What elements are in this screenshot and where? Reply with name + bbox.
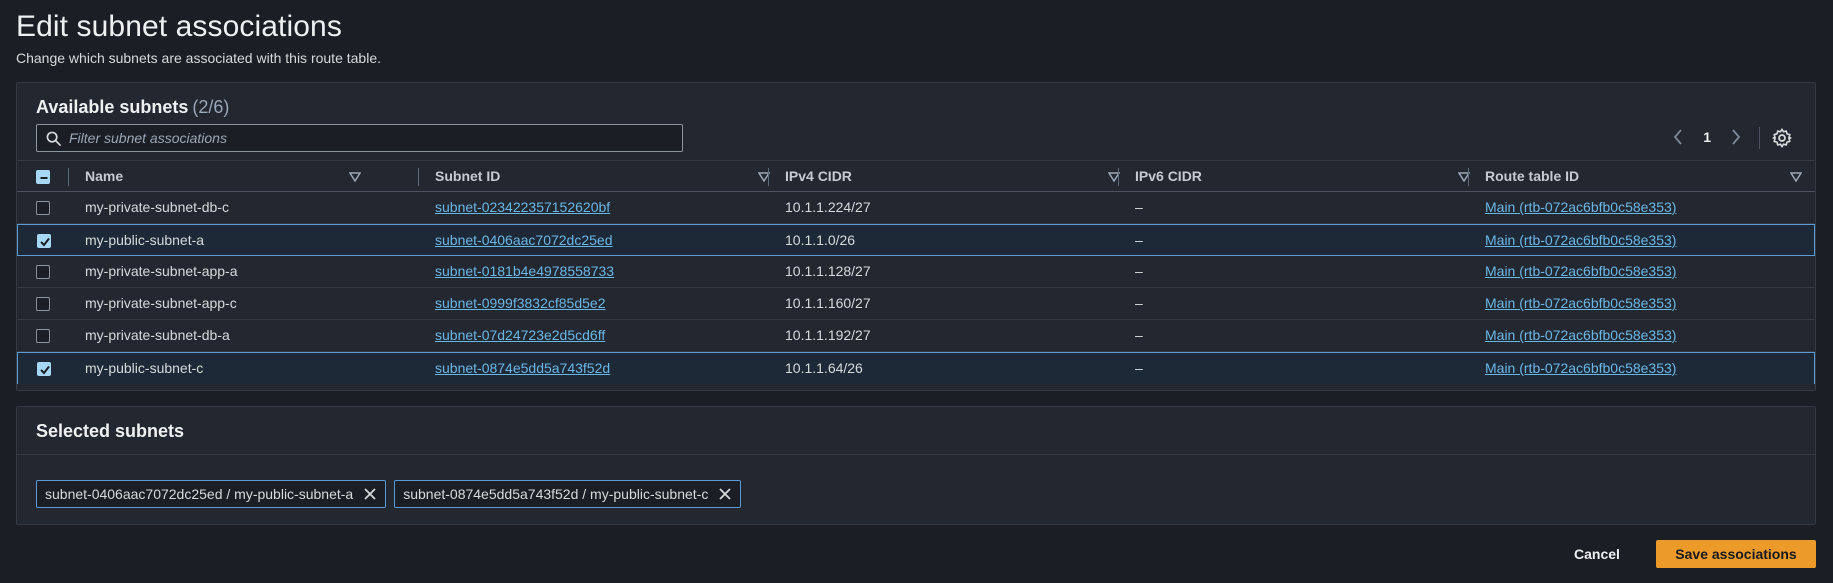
ipv4-cidr: 10.1.1.224/27 — [785, 199, 871, 215]
sort-down-icon — [1790, 172, 1802, 182]
table-row[interactable]: my-private-subnet-db-a subnet-07d24723e2… — [17, 320, 1815, 352]
ipv4-cidr: 10.1.1.64/26 — [785, 360, 863, 376]
column-header-ipv4-cidr[interactable]: IPv4 CIDR — [785, 161, 1120, 192]
route-table-link[interactable]: Main (rtb-072ac6bfb0c58e353) — [1485, 192, 1676, 223]
row-checkbox[interactable] — [37, 362, 51, 376]
column-header-label: Route table ID — [1485, 168, 1580, 184]
route-table-link[interactable]: Main (rtb-072ac6bfb0c58e353) — [1485, 225, 1676, 256]
column-header-label: Name — [85, 168, 124, 184]
row-checkbox[interactable] — [37, 234, 51, 248]
page-header: Edit subnet associations Change which su… — [16, 10, 381, 66]
preferences-button[interactable] — [1771, 127, 1793, 149]
search-icon — [46, 131, 61, 146]
column-separator — [1468, 168, 1469, 186]
ipv4-cidr: 10.1.1.160/27 — [785, 295, 871, 311]
route-table-link[interactable]: Main (rtb-072ac6bfb0c58e353) — [1485, 256, 1676, 287]
subnet-id-link[interactable]: subnet-0874e5dd5a743f52d — [435, 353, 610, 384]
gear-icon — [1772, 128, 1792, 148]
selected-subnet-tokens: subnet-0406aac7072dc25ed / my-public-sub… — [36, 480, 742, 508]
column-header-label: IPv4 CIDR — [785, 168, 852, 184]
page-number[interactable]: 1 — [1703, 129, 1711, 145]
ipv6-cidr: – — [1135, 295, 1143, 311]
column-separator — [418, 168, 419, 186]
ipv6-cidr: – — [1135, 199, 1143, 215]
row-checkbox[interactable] — [36, 201, 50, 215]
route-table-link[interactable]: Main (rtb-072ac6bfb0c58e353) — [1485, 288, 1676, 319]
previous-page-button[interactable] — [1671, 128, 1685, 146]
token-label: subnet-0874e5dd5a743f52d / my-public-sub… — [403, 486, 709, 502]
column-header-label: Subnet ID — [435, 168, 501, 184]
subnet-name: my-private-subnet-db-c — [85, 199, 229, 215]
selected-subnet-token: subnet-0406aac7072dc25ed / my-public-sub… — [36, 480, 387, 508]
selected-subnets-header: Selected subnets — [17, 407, 1815, 455]
filter-input[interactable] — [69, 125, 669, 151]
subnet-id-link[interactable]: subnet-02342235715262​0bf — [435, 192, 610, 223]
column-separator — [1118, 168, 1119, 186]
row-checkbox[interactable] — [36, 265, 50, 279]
column-header-name[interactable]: Name — [85, 161, 365, 192]
close-icon[interactable] — [718, 487, 732, 501]
ipv6-cidr: – — [1135, 232, 1143, 248]
close-icon[interactable] — [363, 487, 377, 501]
available-subnets-title: Available subnets (2/6) — [36, 97, 229, 118]
ipv6-cidr: – — [1135, 263, 1143, 279]
table-row[interactable]: my-private-subnet-app-c subnet-0999f3832… — [17, 288, 1815, 320]
selected-subnets-panel: Selected subnets subnet-0406aac7072dc25e… — [16, 406, 1816, 525]
column-header-ipv6-cidr[interactable]: IPv6 CIDR — [1135, 161, 1470, 192]
ipv4-cidr: 10.1.1.0/26 — [785, 232, 856, 248]
table-row[interactable]: my-private-subnet-app-a subnet-0181b4e49… — [17, 256, 1815, 288]
subnets-table: Name Subnet ID IPv4 CIDR IPv6 CIDR Route… — [17, 160, 1815, 384]
column-header-subnet-id[interactable]: Subnet ID — [435, 161, 770, 192]
page-title: Edit subnet associations — [16, 10, 342, 43]
subnet-id-link[interactable]: subnet-07d24723e2d5cd6ff — [435, 320, 605, 351]
sort-down-icon — [349, 172, 361, 182]
filter-box[interactable] — [36, 124, 683, 152]
column-header-label: IPv6 CIDR — [1135, 168, 1202, 184]
ipv4-cidr: 10.1.1.128/27 — [785, 263, 871, 279]
available-subnets-count: (2/6) — [192, 97, 230, 117]
row-checkbox[interactable] — [36, 329, 50, 343]
chevron-right-icon — [1732, 129, 1741, 145]
subnet-name: my-public-subnet-a — [85, 232, 205, 248]
cancel-button[interactable]: Cancel — [1560, 540, 1634, 568]
column-header-route-table-id[interactable]: Route table ID — [1485, 161, 1815, 192]
column-separator — [768, 168, 769, 186]
next-page-button[interactable] — [1729, 128, 1743, 146]
ipv6-cidr: – — [1135, 360, 1143, 376]
pagination: 1 — [1671, 128, 1743, 146]
save-associations-button[interactable]: Save associations — [1656, 540, 1816, 568]
available-subnets-title-text: Available subnets — [36, 97, 189, 117]
settings-divider — [1759, 127, 1760, 149]
selected-subnets-title: Selected subnets — [36, 421, 185, 441]
ipv6-cidr: – — [1135, 327, 1143, 343]
selected-subnet-token: subnet-0874e5dd5a743f52d / my-public-sub… — [394, 480, 742, 508]
route-table-link[interactable]: Main (rtb-072ac6bfb0c58e353) — [1485, 320, 1676, 351]
subnet-name: my-public-subnet-c — [85, 360, 204, 376]
token-label: subnet-0406aac7072dc25ed / my-public-sub… — [45, 486, 354, 502]
chevron-left-icon — [1674, 129, 1682, 145]
subnet-id-link[interactable]: subnet-0181b4e4978558733 — [435, 256, 614, 287]
subnet-name: my-private-subnet-app-c — [85, 295, 237, 311]
table-row[interactable]: my-private-subnet-db-c subnet-0234223571… — [17, 192, 1815, 224]
table-row[interactable]: my-public-subnet-c subnet-0874e5dd5a743f… — [17, 352, 1815, 384]
route-table-link[interactable]: Main (rtb-072ac6bfb0c58e353) — [1485, 353, 1676, 384]
page-subtitle: Change which subnets are associated with… — [16, 50, 381, 66]
subnet-name: my-private-subnet-db-a — [85, 327, 230, 343]
available-subnets-panel: Available subnets(2/6) 1 Nam — [16, 82, 1816, 391]
subnet-id-link[interactable]: subnet-0999f3832cf85d5e2 — [435, 288, 605, 319]
table-header: Name Subnet ID IPv4 CIDR IPv6 CIDR Route… — [17, 160, 1815, 192]
subnet-name: my-private-subnet-app-a — [85, 263, 238, 279]
subnet-id-link[interactable]: subnet-0406aac7072dc25ed — [435, 225, 613, 256]
row-checkbox[interactable] — [36, 297, 50, 311]
select-all-checkbox[interactable] — [36, 170, 50, 184]
column-separator — [68, 168, 69, 186]
ipv4-cidr: 10.1.1.192/27 — [785, 327, 871, 343]
table-row[interactable]: my-public-subnet-a subnet-0406aac7072dc2… — [17, 224, 1815, 256]
